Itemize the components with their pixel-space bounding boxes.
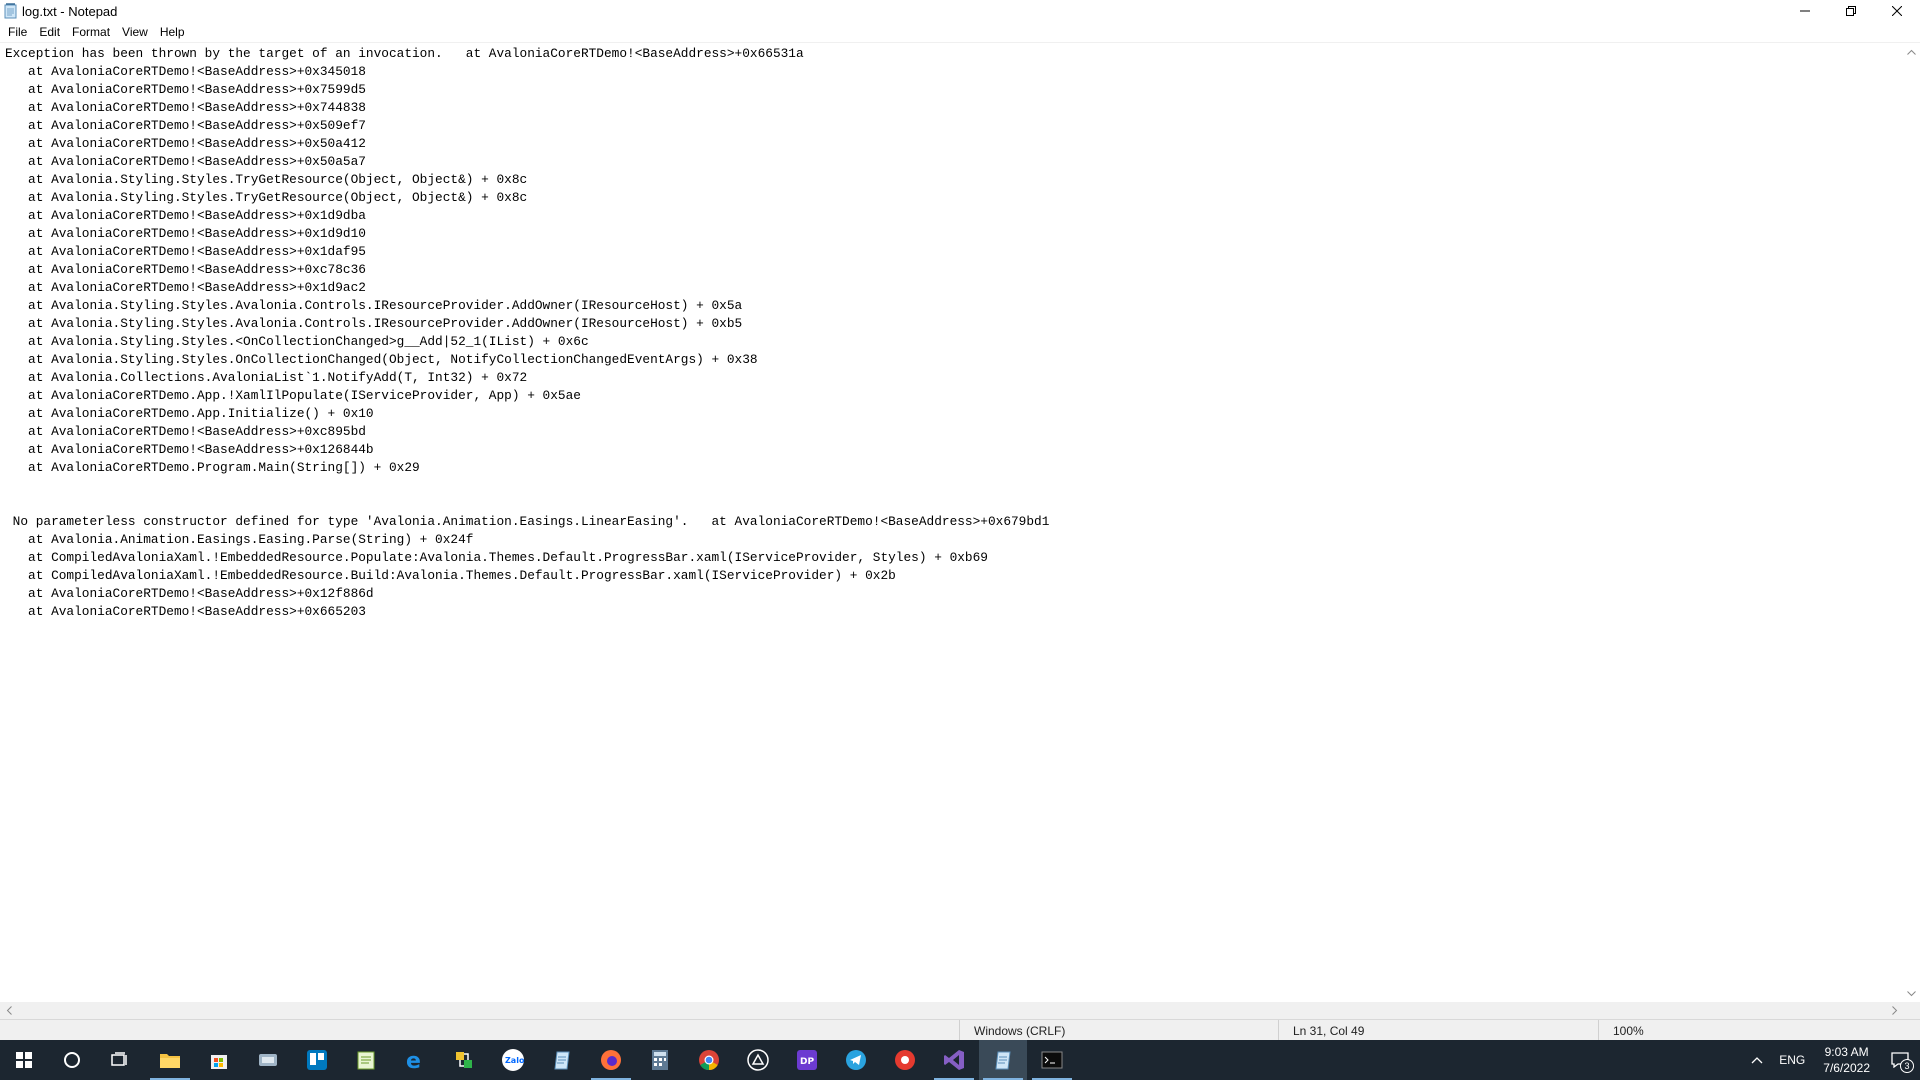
- vpn-icon[interactable]: [734, 1040, 782, 1080]
- scroll-up-icon[interactable]: [1907, 47, 1916, 56]
- notification-badge: 3: [1900, 1059, 1914, 1073]
- system-tray: ENG 9:03 AM 7/6/2022 3: [1743, 1040, 1920, 1080]
- notepad-icon: [4, 3, 18, 19]
- title-bar: log.txt - Notepad: [0, 0, 1920, 22]
- language-indicator[interactable]: ENG: [1771, 1053, 1813, 1067]
- taskbar: e Zalo DP ENG 9:03 AM 7/6/2022 3: [0, 1040, 1920, 1080]
- windows-start-icon[interactable]: [0, 1040, 48, 1080]
- line-ending-status: Windows (CRLF): [959, 1020, 1292, 1042]
- scroll-down-icon[interactable]: [1907, 989, 1916, 998]
- edge-icon[interactable]: e: [391, 1040, 439, 1080]
- file-explorer-icon[interactable]: [146, 1040, 194, 1080]
- svg-text:DP: DP: [800, 1057, 814, 1067]
- menu-file[interactable]: File: [2, 22, 33, 42]
- window-title: log.txt - Notepad: [22, 4, 118, 19]
- scroll-corner: [1903, 1002, 1920, 1019]
- svg-text:Zalo: Zalo: [505, 1056, 525, 1065]
- scroll-left-icon[interactable]: [4, 1006, 13, 1015]
- notepad-alt-icon[interactable]: [538, 1040, 586, 1080]
- clock-time: 9:03 AM: [1824, 1045, 1869, 1059]
- zalo-icon[interactable]: Zalo: [489, 1040, 537, 1080]
- visual-studio-icon[interactable]: [930, 1040, 978, 1080]
- notepadpp-icon[interactable]: [342, 1040, 390, 1080]
- clock-date: 7/6/2022: [1823, 1061, 1870, 1075]
- trello-icon[interactable]: [293, 1040, 341, 1080]
- text-editor[interactable]: Exception has been thrown by the target …: [0, 43, 1903, 1002]
- clock[interactable]: 9:03 AM 7/6/2022: [1813, 1044, 1880, 1076]
- svg-text:e: e: [406, 1049, 421, 1071]
- task-view-icon[interactable]: [96, 1040, 144, 1080]
- editor-content[interactable]: Exception has been thrown by the target …: [0, 43, 1903, 621]
- menu-format[interactable]: Format: [66, 22, 116, 42]
- app-icon[interactable]: [244, 1040, 292, 1080]
- cursor-position-status: Ln 31, Col 49: [1278, 1020, 1611, 1042]
- notepad-icon[interactable]: [979, 1040, 1027, 1080]
- calculator-icon[interactable]: [636, 1040, 684, 1080]
- chevron-up-icon[interactable]: [1743, 1053, 1771, 1067]
- vertical-scrollbar[interactable]: [1903, 43, 1920, 1002]
- minimize-icon: [1800, 10, 1810, 12]
- terminal-icon[interactable]: [1028, 1040, 1076, 1080]
- store-icon[interactable]: [195, 1040, 243, 1080]
- recorder-icon[interactable]: [881, 1040, 929, 1080]
- scroll-right-icon[interactable]: [1890, 1006, 1899, 1015]
- menu-bar: File Edit Format View Help: [0, 22, 1920, 42]
- menu-help[interactable]: Help: [154, 22, 191, 42]
- network-tool-icon[interactable]: [440, 1040, 488, 1080]
- horizontal-scrollbar[interactable]: [0, 1002, 1903, 1019]
- notification-button[interactable]: 3: [1880, 1040, 1920, 1080]
- minimize-button[interactable]: [1782, 0, 1828, 22]
- firefox-icon[interactable]: [587, 1040, 635, 1080]
- close-button[interactable]: [1874, 0, 1920, 22]
- chrome-icon[interactable]: [685, 1040, 733, 1080]
- menu-edit[interactable]: Edit: [33, 22, 66, 42]
- telegram-icon[interactable]: [832, 1040, 880, 1080]
- status-bar: Windows (CRLF) Ln 31, Col 49 100%: [0, 1019, 1920, 1042]
- close-icon: [1892, 6, 1902, 16]
- menu-view[interactable]: View: [116, 22, 154, 42]
- zoom-status: 100%: [1598, 1020, 1913, 1042]
- profiler-icon[interactable]: DP: [783, 1040, 831, 1080]
- restore-icon: [1846, 6, 1856, 16]
- restore-button[interactable]: [1828, 0, 1874, 22]
- cortana-search-icon[interactable]: [48, 1040, 96, 1080]
